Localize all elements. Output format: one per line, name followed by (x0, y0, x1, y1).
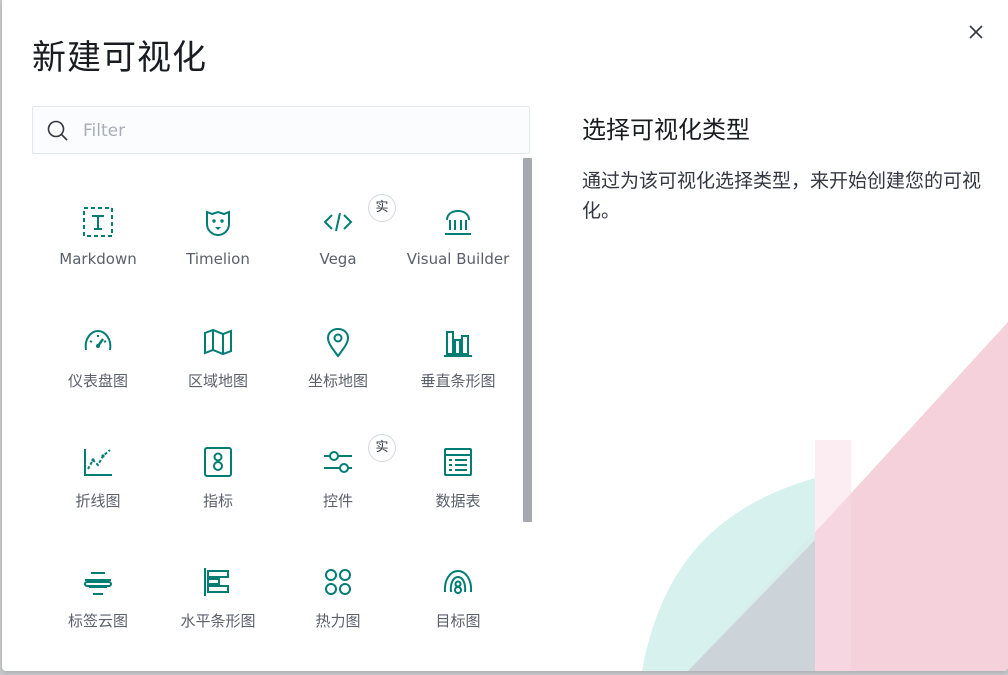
vis-type-label: 折线图 (75, 492, 121, 510)
visual-builder-icon (445, 209, 471, 235)
new-visualization-modal: 新建可视化 Markdown Timeli (2, 0, 1008, 671)
grid-scrollbar[interactable] (523, 158, 532, 522)
vis-type-label: 标签云图 (67, 612, 128, 630)
table-icon (444, 448, 472, 476)
vis-type-timelion[interactable]: Timelion (158, 158, 278, 268)
experimental-badge: 实 (368, 434, 396, 462)
vertical-bar-icon (444, 331, 472, 357)
vis-type-heatmap[interactable]: 热力图 (278, 518, 398, 630)
side-panel-title: 选择可视化类型 (582, 116, 750, 144)
vis-type-label: 区域地图 (187, 372, 248, 390)
experimental-badge: 实 (368, 194, 396, 222)
timelion-icon (206, 210, 230, 237)
vis-type-markdown[interactable]: Markdown (38, 158, 158, 268)
vis-type-label: Markdown (59, 250, 137, 268)
heatmap-icon (325, 569, 351, 595)
vis-type-goal[interactable]: 目标图 (398, 518, 518, 630)
filter-search-box[interactable] (32, 106, 530, 155)
vis-type-label: 数据表 (435, 492, 481, 510)
vis-type-horizontal-bar[interactable]: 水平条形图 (158, 518, 278, 630)
filter-input[interactable] (81, 107, 515, 155)
vis-type-coordinate-map[interactable]: 坐标地图 (278, 278, 398, 390)
vis-type-label: 仪表盘图 (67, 372, 128, 390)
search-icon (47, 120, 68, 141)
visualization-type-grid: Markdown Timelion 实 Vega Visual Builder … (32, 158, 516, 658)
close-icon[interactable] (964, 20, 988, 44)
vis-type-label: 垂直条形图 (420, 372, 496, 390)
vis-type-gauge[interactable]: 仪表盘图 (38, 278, 158, 390)
code-icon (323, 212, 353, 232)
vis-type-region-map[interactable]: 区域地图 (158, 278, 278, 390)
vis-type-metric[interactable]: 指标 (158, 398, 278, 510)
map-icon (204, 328, 232, 356)
horizontal-bar-icon (204, 568, 229, 596)
metric-icon (204, 447, 232, 477)
vis-type-line-chart[interactable]: 折线图 (38, 398, 158, 510)
tag-cloud-icon (84, 572, 112, 595)
markdown-icon (83, 207, 113, 237)
vis-type-label: Vega (319, 250, 357, 268)
controls-icon (324, 451, 352, 473)
vis-type-label: Timelion (186, 250, 250, 268)
vis-type-tag-cloud[interactable]: 标签云图 (38, 518, 158, 630)
vis-type-label: Visual Builder (406, 250, 510, 268)
vis-type-label: 指标 (202, 492, 233, 510)
goal-icon (443, 569, 473, 594)
side-panel-description: 通过为该可视化选择类型，来开始创建您的可视化。 (582, 170, 982, 222)
modal-title: 新建可视化 (32, 38, 207, 78)
close-button[interactable] (964, 20, 988, 44)
vis-type-label: 目标图 (435, 612, 481, 630)
vis-type-visual-builder[interactable]: Visual Builder (398, 158, 518, 268)
vis-type-label: 控件 (322, 492, 353, 510)
vis-type-controls[interactable]: 实 控件 (278, 398, 398, 510)
line-chart-icon (84, 449, 112, 476)
map-pin-icon (326, 327, 350, 358)
vis-type-label: 热力图 (315, 612, 361, 630)
vis-type-label: 水平条形图 (180, 612, 256, 630)
vis-type-vega[interactable]: 实 Vega (278, 158, 398, 268)
vis-type-label: 坐标地图 (307, 372, 368, 390)
vis-type-data-table[interactable]: 数据表 (398, 398, 518, 510)
gauge-icon (84, 329, 112, 351)
vis-type-vertical-bar[interactable]: 垂直条形图 (398, 278, 518, 390)
